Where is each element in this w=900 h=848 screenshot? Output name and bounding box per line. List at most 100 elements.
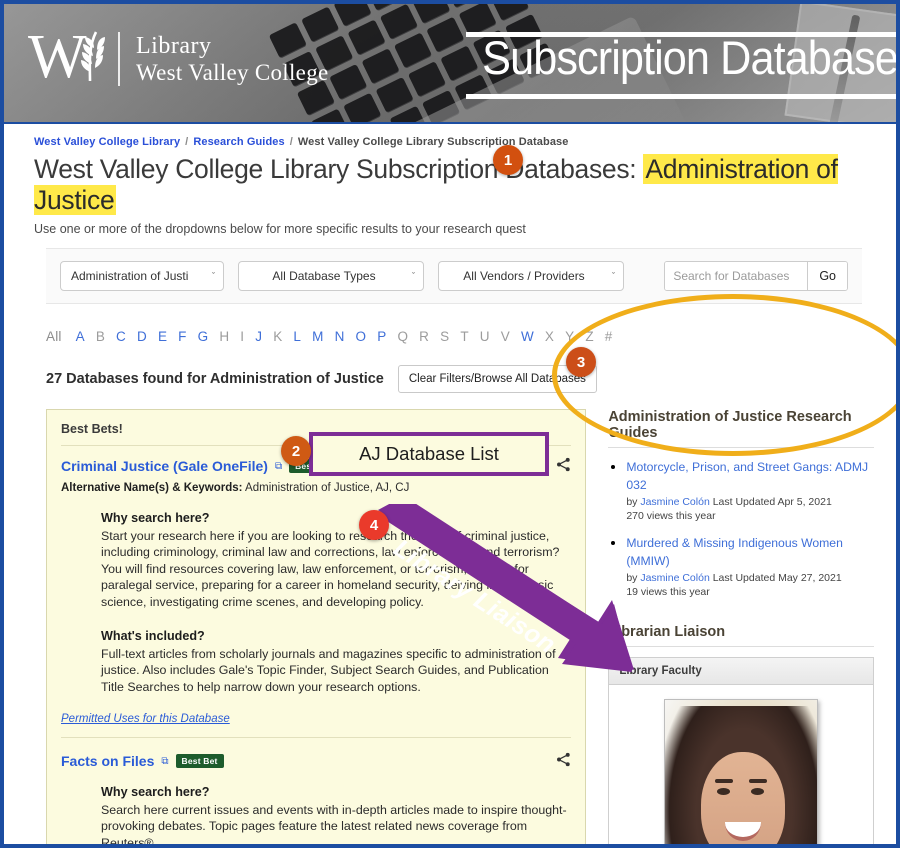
alpha-letter-z: Z: [585, 329, 594, 344]
alpha-letter-g[interactable]: G: [198, 329, 209, 344]
alpha-letter-e[interactable]: E: [158, 329, 167, 344]
alpha-letter-a[interactable]: A: [76, 329, 85, 344]
research-guide-by-label: by: [626, 572, 641, 584]
alpha-letter-d[interactable]: D: [137, 329, 147, 344]
annotation-badge-3: 3: [566, 347, 596, 377]
alternative-names-value: Administration of Justice, AJ, CJ: [242, 482, 410, 494]
breadcrumb-link-library[interactable]: West Valley College Library: [34, 136, 180, 148]
alpha-letter-w[interactable]: W: [521, 329, 534, 344]
alpha-letter-f[interactable]: F: [178, 329, 186, 344]
whats-included-heading: What's included?: [101, 629, 205, 643]
librarian-portrait: [664, 699, 819, 844]
search-box[interactable]: Go: [664, 261, 848, 291]
database-description: Why search here? Start your research her…: [101, 510, 571, 695]
alphabet-filter: All A B C D E F G H I J K L M N O P Q R S T U V W X Y Z #: [46, 322, 862, 351]
chevron-down-icon: ˇ: [212, 271, 215, 281]
library-faculty-title: Library Faculty: [609, 658, 873, 685]
alpha-letter-j[interactable]: J: [255, 329, 262, 344]
logo-wordmark: Library West Valley College: [136, 33, 329, 86]
database-type-select[interactable]: All Database Types ˇ: [238, 261, 424, 291]
alternative-names-label: Alternative Name(s) & Keywords:: [61, 482, 243, 494]
research-guide-item: Motorcycle, Prison, and Street Gangs: AD…: [626, 458, 874, 522]
share-icon-2[interactable]: [556, 752, 571, 770]
alpha-letter-q: Q: [397, 329, 409, 344]
results-count: 27 Databases found for Administration of…: [46, 371, 384, 387]
filter-bar: Administration of Justi ˇ All Database T…: [46, 248, 862, 304]
breadcrumb-link-research-guides[interactable]: Research Guides: [193, 136, 284, 148]
search-input[interactable]: [665, 262, 808, 290]
go-button[interactable]: Go: [807, 262, 847, 290]
research-guide-link[interactable]: Murdered & Missing Indigenous Women (MMI…: [626, 536, 843, 568]
alpha-letter-t: T: [460, 329, 469, 344]
alpha-all[interactable]: All: [46, 329, 62, 344]
wvc-w-mark: W: [28, 26, 114, 90]
annotation-badge-2: 2: [281, 436, 311, 466]
sidebar-column: Administration of Justice Research Guide…: [608, 409, 874, 844]
database-type-select-value: All Database Types: [272, 269, 376, 283]
research-guide-meta: by Jasmine Colón Last Updated Apr 5, 202…: [626, 496, 874, 508]
research-guide-author-link[interactable]: Jasmine Colón: [640, 572, 709, 584]
breadcrumb: West Valley College Library / Research Gui…: [34, 136, 874, 148]
research-guide-author-link[interactable]: Jasmine Colón: [640, 496, 709, 508]
research-guide-by-label: by: [626, 496, 641, 508]
why-search-heading: Why search here?: [101, 511, 210, 525]
research-guides-divider: [608, 447, 874, 448]
alternative-names: Alternative Name(s) & Keywords: Administ…: [61, 482, 571, 494]
research-guide-views: 270 views this year: [626, 510, 716, 522]
alpha-letter-y: Y: [565, 329, 575, 344]
why-search-heading-2: Why search here?: [101, 785, 210, 799]
logo-divider: [118, 32, 120, 86]
annotation-callout-text: AJ Database List: [359, 443, 499, 464]
research-guides-heading: Administration of Justice Research Guide…: [608, 409, 852, 441]
subject-select[interactable]: Administration of Justi ˇ: [60, 261, 224, 291]
alpha-letter-n[interactable]: N: [335, 329, 345, 344]
breadcrumb-current: West Valley College Library Subscription…: [297, 136, 569, 148]
share-icon[interactable]: [556, 457, 571, 475]
alpha-letter-o[interactable]: O: [356, 329, 367, 344]
research-guide-meta: by Jasmine Colón Last Updated May 27, 20…: [626, 572, 874, 584]
database-title-link-2[interactable]: Facts on Files: [61, 753, 154, 769]
alpha-letter-m[interactable]: M: [312, 329, 323, 344]
database-title-link[interactable]: Criminal Justice (Gale OneFile): [61, 458, 268, 474]
alpha-letter-#: #: [604, 329, 613, 344]
library-faculty-box: Library Faculty: [608, 657, 874, 844]
logo-line-library: Library: [136, 32, 212, 59]
alpha-letter-c[interactable]: C: [116, 329, 126, 344]
library-faculty-body: Jasmine Colón Email Me: [609, 685, 873, 844]
annotation-badge-4: 4: [359, 510, 389, 540]
alpha-letter-l[interactable]: L: [293, 329, 301, 344]
database-entry-header-2: Facts on Files ⧉ Best Bet: [61, 752, 571, 770]
alpha-letter-s: S: [440, 329, 450, 344]
librarian-liaison-divider: [608, 646, 874, 647]
portrait-brow-left: [715, 779, 734, 783]
alpha-letter-b: B: [95, 329, 106, 344]
vendor-select-value: All Vendors / Providers: [463, 269, 585, 283]
results-row: 27 Databases found for Administration of…: [46, 365, 862, 393]
alpha-letter-p[interactable]: P: [377, 329, 386, 344]
research-guide-updated: Last Updated Apr 5, 2021: [709, 496, 832, 508]
research-guide-link[interactable]: Motorcycle, Prison, and Street Gangs: AD…: [626, 460, 868, 492]
alpha-letter-r: R: [419, 329, 430, 344]
alpha-letter-x: X: [544, 329, 555, 344]
breadcrumb-separator-2: /: [289, 136, 293, 148]
alpha-letter-v: V: [500, 329, 510, 344]
subject-select-value: Administration of Justi: [71, 269, 189, 283]
permitted-uses-link[interactable]: Permitted Uses for this Database: [61, 713, 572, 738]
alpha-letter-h: H: [219, 329, 230, 344]
banner-title: Subscription Database: [482, 31, 896, 84]
annotation-badge-1: 1: [493, 145, 523, 175]
main-content: West Valley College Library / Research Gui…: [4, 124, 896, 844]
whats-included-text: Full-text articles from scholarly journa…: [101, 646, 556, 694]
alpha-letter-k: K: [273, 329, 283, 344]
banner-rule-bottom: [466, 94, 896, 99]
logo-line-college: West Valley College: [136, 59, 329, 85]
research-guide-item: Murdered & Missing Indigenous Women (MMI…: [626, 534, 874, 598]
library-logo[interactable]: W Library West Valley College: [28, 26, 329, 90]
vendor-select[interactable]: All Vendors / Providers ˇ: [438, 261, 624, 291]
external-link-icon: ⧉: [274, 460, 283, 472]
annotation-callout-aj-database-list: AJ Database List: [309, 432, 549, 476]
alpha-letter-i: I: [240, 329, 245, 344]
site-banner: W Library West Valley College Subscripti…: [4, 4, 896, 124]
why-search-text: Start your research here if you are look…: [101, 528, 560, 609]
wheat-leaf-icon: [81, 31, 105, 82]
